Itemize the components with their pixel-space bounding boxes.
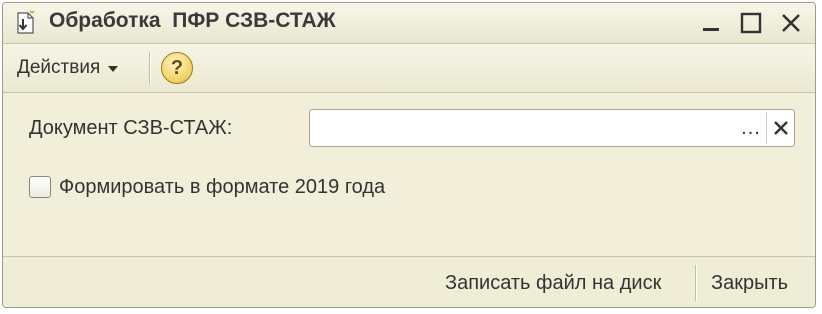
clear-icon[interactable]	[766, 112, 795, 144]
footer-bar: Записать файл на диск Закрыть	[3, 256, 815, 307]
chevron-down-icon	[108, 66, 119, 72]
actions-menu-button[interactable]: Действия	[11, 54, 124, 82]
format-2019-checkbox[interactable]	[29, 176, 51, 198]
format-2019-option[interactable]: Формировать в формате 2019 года	[29, 173, 385, 201]
document-label: Документ СЗВ-СТАЖ:	[29, 117, 233, 139]
document-select-button[interactable]: ...	[736, 112, 766, 144]
close-icon[interactable]	[777, 9, 805, 37]
footer-separator	[695, 265, 697, 301]
document-input[interactable]	[310, 110, 734, 146]
title-bar[interactable]: Обработка ПФР СЗВ-СТАЖ	[3, 3, 815, 44]
document-field: ...	[309, 109, 795, 147]
format-2019-label[interactable]: Формировать в формате 2019 года	[59, 176, 385, 199]
help-glyph: ?	[170, 56, 184, 79]
processing-window: Обработка ПФР СЗВ-СТАЖ Действия ? Докуме…	[2, 2, 816, 308]
write-file-button[interactable]: Записать файл на диск	[445, 269, 661, 297]
maximize-icon[interactable]	[737, 9, 765, 37]
toolbar: Действия ?	[3, 44, 815, 93]
minimize-icon[interactable]	[697, 9, 725, 37]
window-title: Обработка ПФР СЗВ-СТАЖ	[49, 9, 336, 32]
toolbar-separator	[149, 52, 151, 84]
form-area: Документ СЗВ-СТАЖ: ... Формировать в фор…	[3, 93, 815, 255]
close-button[interactable]: Закрыть	[711, 269, 788, 297]
help-icon[interactable]: ?	[161, 52, 193, 84]
document-arrow-icon[interactable]	[11, 9, 39, 37]
actions-menu-label: Действия	[17, 57, 101, 78]
